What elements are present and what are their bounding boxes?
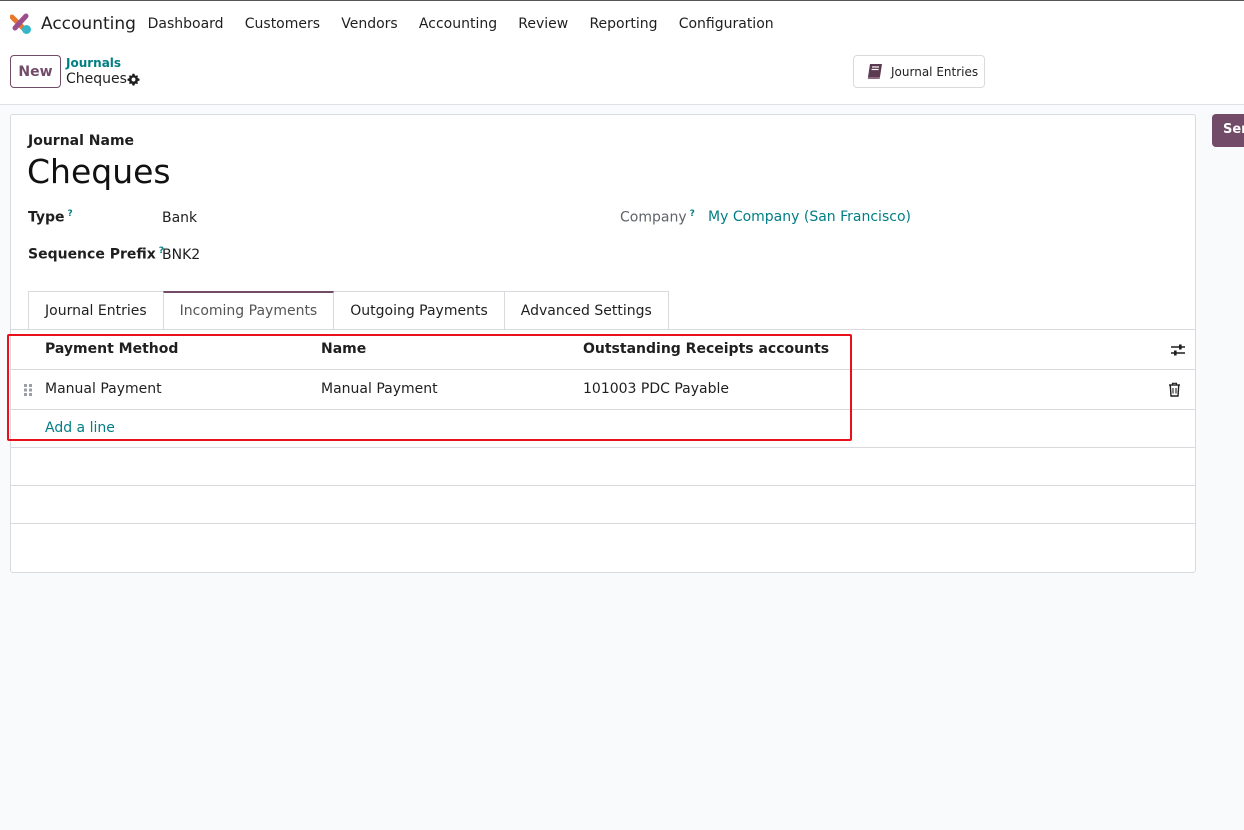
journal-entries-label: Journal Entries xyxy=(891,64,979,79)
tab-advanced-settings[interactable]: Advanced Settings xyxy=(503,291,669,329)
empty-row xyxy=(11,486,1195,524)
accounting-app-icon[interactable] xyxy=(10,13,32,35)
company-label: Company? xyxy=(620,209,695,226)
journal-name-field[interactable]: Cheques xyxy=(27,152,171,191)
book-icon xyxy=(867,64,882,79)
column-outstanding-receipts-accounts[interactable]: Outstanding Receipts accounts xyxy=(583,341,829,357)
app-name[interactable]: Accounting xyxy=(41,14,136,34)
tab-outgoing-payments[interactable]: Outgoing Payments xyxy=(333,291,505,329)
optional-columns-icon[interactable] xyxy=(1170,342,1186,358)
menu-accounting[interactable]: Accounting xyxy=(408,16,507,32)
top-navbar: Accounting Dashboard Customers Vendors A… xyxy=(0,0,1244,47)
breadcrumb-journals[interactable]: Journals xyxy=(66,56,121,70)
breadcrumb-current: Cheques xyxy=(66,71,127,87)
control-panel: New Journals Cheques Journal Entries xyxy=(0,47,1244,105)
column-name[interactable]: Name xyxy=(321,341,366,357)
menu-reporting[interactable]: Reporting xyxy=(579,16,668,32)
sequence-prefix-label: Sequence Prefix? xyxy=(28,246,164,263)
journal-name-label: Journal Name xyxy=(28,133,135,149)
cell-outstanding-receipts-account[interactable]: 101003 PDC Payable xyxy=(583,381,729,397)
menu-review[interactable]: Review xyxy=(508,16,579,32)
type-label: Type? xyxy=(28,209,73,226)
company-help-icon[interactable]: ? xyxy=(690,209,695,219)
type-label-text: Type xyxy=(28,209,65,226)
form-sheet: Journal Name Cheques Type? Bank Sequence… xyxy=(10,114,1196,573)
main-menu: Dashboard Customers Vendors Accounting R… xyxy=(137,16,784,32)
gear-icon[interactable] xyxy=(127,73,140,86)
tab-journal-entries[interactable]: Journal Entries xyxy=(28,291,164,329)
type-field[interactable]: Bank xyxy=(162,210,197,226)
sequence-prefix-field[interactable]: BNK2 xyxy=(162,247,200,263)
journal-entries-smart-button[interactable]: Journal Entries xyxy=(853,55,985,88)
add-a-line-link[interactable]: Add a line xyxy=(45,420,115,436)
menu-dashboard[interactable]: Dashboard xyxy=(137,16,234,32)
column-payment-method[interactable]: Payment Method xyxy=(45,341,178,357)
sequence-prefix-label-text: Sequence Prefix xyxy=(28,246,156,263)
menu-configuration[interactable]: Configuration xyxy=(668,16,784,32)
company-label-text: Company xyxy=(620,209,687,226)
tab-incoming-payments[interactable]: Incoming Payments xyxy=(162,291,335,329)
table-header: Payment Method Name Outstanding Receipts… xyxy=(11,330,1195,370)
add-line-row: Add a line xyxy=(11,410,1195,448)
empty-row xyxy=(11,448,1195,486)
trash-icon[interactable] xyxy=(1168,382,1181,397)
cell-name[interactable]: Manual Payment xyxy=(321,381,438,397)
menu-customers[interactable]: Customers xyxy=(234,16,331,32)
company-field[interactable]: My Company (San Francisco) xyxy=(708,209,911,225)
type-help-icon[interactable]: ? xyxy=(68,209,73,219)
send-button[interactable]: Send xyxy=(1212,114,1244,147)
new-button[interactable]: New xyxy=(10,55,61,88)
table-row[interactable]: Manual Payment Manual Payment 101003 PDC… xyxy=(11,370,1195,410)
menu-vendors[interactable]: Vendors xyxy=(331,16,409,32)
drag-handle-icon[interactable] xyxy=(23,384,33,396)
notebook-tabs: Journal Entries Incoming Payments Outgoi… xyxy=(28,291,669,329)
cell-payment-method[interactable]: Manual Payment xyxy=(45,381,162,397)
